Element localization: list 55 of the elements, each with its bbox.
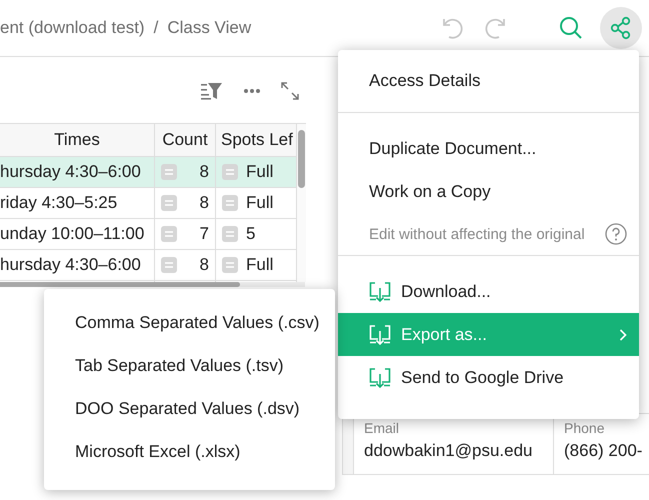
field-value[interactable]: ddowbakin1@psu.edu	[364, 441, 543, 461]
field-label: Email	[364, 420, 400, 436]
menu-item[interactable]: Tab Separated Values (.tsv)	[44, 344, 335, 387]
field-type-icon	[222, 257, 238, 273]
scrollbar[interactable]	[0, 282, 305, 287]
field-type-icon	[161, 226, 177, 242]
table-cell: 8	[200, 255, 209, 275]
field-type-icon	[161, 257, 177, 273]
column-header[interactable]: Times	[0, 124, 155, 156]
table-cell: Full	[246, 193, 274, 213]
table-cell: Full	[246, 255, 274, 275]
field-type-icon	[222, 226, 238, 242]
table-cell: Full	[246, 162, 274, 182]
more-icon[interactable]	[243, 88, 261, 94]
breadcrumb-separator: /	[154, 18, 158, 38]
help-icon[interactable]	[604, 223, 627, 245]
menu-item[interactable]: Send to Google Drive	[338, 356, 639, 399]
scrollbar[interactable]	[297, 124, 306, 282]
breadcrumb-item[interactable]: ent (download test)	[0, 18, 145, 38]
table-cell: 5	[246, 224, 256, 244]
download-icon	[369, 324, 391, 344]
menu-item[interactable]: Microsoft Excel (.xlsx)	[44, 430, 335, 473]
menu-item[interactable]: Duplicate Document...	[338, 127, 639, 170]
search-icon	[558, 15, 584, 41]
download-icon	[369, 282, 391, 302]
menu-item[interactable]: DOO Separated Values (.dsv)	[44, 387, 335, 430]
sort-filter-icon[interactable]	[201, 82, 223, 100]
table-cell: 8	[200, 193, 209, 213]
share-icon	[610, 16, 632, 40]
menu-item[interactable]: Access Details	[338, 50, 639, 112]
menu-item[interactable]: Work on a Copy	[338, 170, 639, 213]
field-type-icon	[161, 164, 177, 180]
table-cell: riday 4:30–5:25	[0, 188, 155, 218]
menu-item[interactable]: Download...	[338, 270, 639, 313]
table-row[interactable]: hursday 4:30–6:00 8 Full	[0, 157, 297, 188]
chevron-right-icon	[619, 328, 627, 340]
field-type-icon	[161, 195, 177, 211]
download-icon	[369, 368, 391, 388]
table-cell: 8	[200, 162, 209, 182]
table-row[interactable]: unday 10:00–11:00 7 5	[0, 219, 297, 250]
menu-item[interactable]: Comma Separated Values (.csv)	[44, 301, 335, 344]
column-header[interactable]: Count	[155, 124, 216, 156]
table-row[interactable]: riday 4:30–5:25 8 Full	[0, 188, 297, 219]
table-cell: unday 10:00–11:00	[0, 219, 155, 249]
field-label: Phone	[564, 420, 606, 436]
table-cell: 7	[200, 224, 209, 244]
expand-icon[interactable]	[281, 82, 299, 100]
field-type-icon	[222, 164, 238, 180]
hint-text: Edit without affecting the original	[369, 226, 585, 242]
field-type-icon	[222, 195, 238, 211]
breadcrumb-item[interactable]: Class View	[167, 18, 252, 38]
share-button[interactable]	[600, 7, 642, 49]
table-cell: hursday 4:30–6:00	[0, 250, 155, 280]
table-row[interactable]: hursday 4:30–6:00 8 Full	[0, 250, 297, 281]
table-cell: hursday 4:30–6:00	[0, 157, 155, 187]
